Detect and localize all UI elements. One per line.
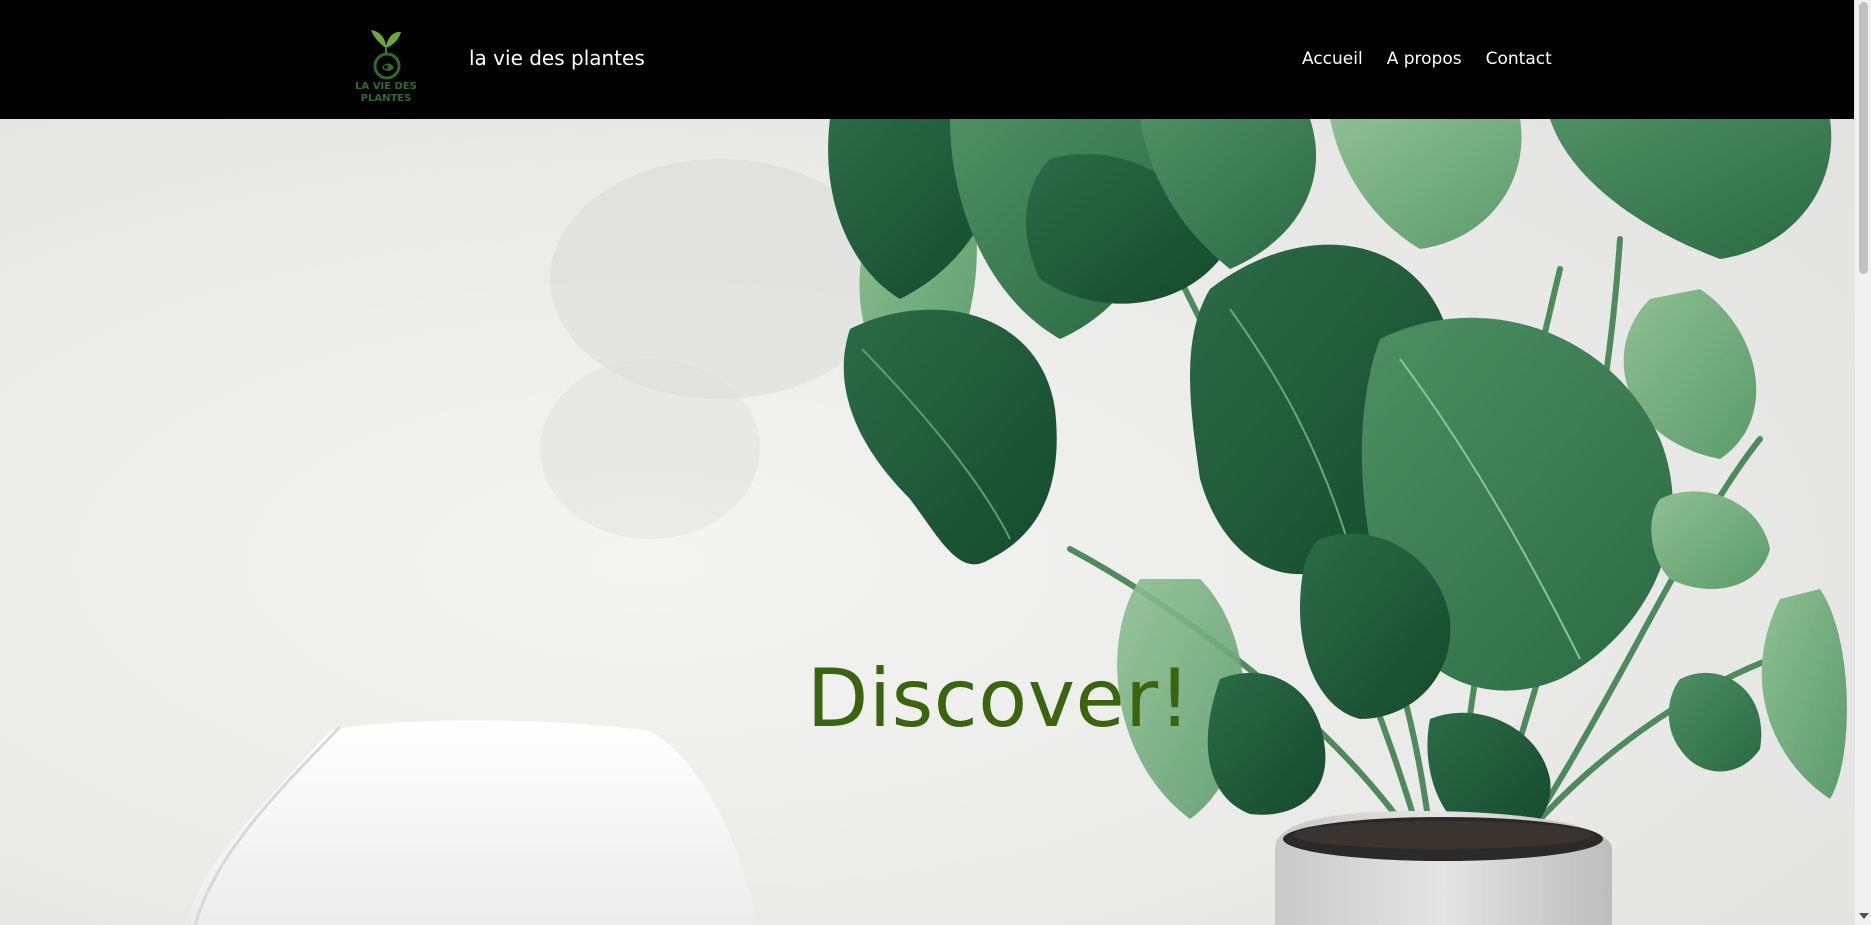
hero-heading: Discover! <box>806 652 1192 745</box>
main-nav: Accueil A propos Contact <box>1302 48 1552 70</box>
site-logo[interactable]: LA VIE DES PLANTES <box>350 22 422 104</box>
page: LA VIE DES PLANTES la vie des plantes Ac… <box>0 0 1871 925</box>
hero-background-image <box>0 119 1854 925</box>
site-header: LA VIE DES PLANTES la vie des plantes Ac… <box>0 0 1854 119</box>
nav-item-a-propos[interactable]: A propos <box>1387 48 1462 70</box>
nav-item-contact[interactable]: Contact <box>1486 48 1552 70</box>
chevron-down-icon[interactable] <box>1859 913 1869 919</box>
svg-text:LA VIE DES: LA VIE DES <box>355 81 417 92</box>
site-title-link[interactable]: la vie des plantes <box>469 45 645 71</box>
vertical-scrollbar[interactable] <box>1854 0 1871 925</box>
scrollbar-thumb[interactable] <box>1859 2 1868 274</box>
svg-text:PLANTES: PLANTES <box>361 93 412 104</box>
sprout-icon: LA VIE DES PLANTES <box>355 30 417 104</box>
nav-item-accueil[interactable]: Accueil <box>1302 48 1363 70</box>
hero-section: Discover! <box>0 119 1854 925</box>
